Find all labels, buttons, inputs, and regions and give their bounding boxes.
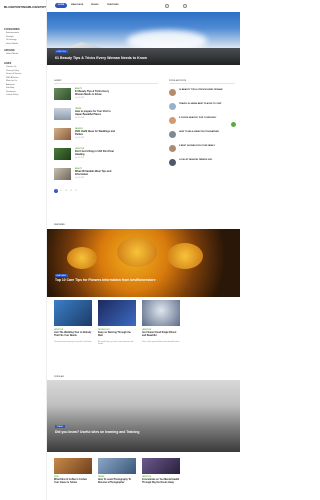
flower-petal [67,247,97,269]
post-thumbnail[interactable] [54,88,71,100]
popular-title[interactable]: 5 FOODS HEALTHY FOR YOUR BODY [179,117,233,120]
card-title[interactable]: Are Flower Cloud Single Bloom and Beauti… [142,332,180,338]
theme-toggle-icon[interactable] [183,4,187,8]
popular-thumbnail[interactable] [169,159,176,166]
post-thumbnail[interactable] [54,168,71,180]
sidebar-link[interactable]: DMCA Notice [6,77,18,79]
bottom-card-image[interactable] [142,458,180,474]
spotlight-heading: POPULAR [54,376,64,378]
flower-petal [167,243,203,269]
card-title[interactable]: Keep on Dancing Through the Rain [98,332,136,338]
search-icon[interactable] [165,4,169,8]
site-logo[interactable]: BLOGPOSTINGBLOGSPOT [4,5,46,9]
bottom-card-title[interactable]: How To Learn Photography To Become a Pho… [98,479,136,485]
bottom-card-title[interactable]: Concentrate on You Mental Health Through… [142,479,180,485]
post-thumbnail[interactable] [54,128,71,140]
sidebar-link[interactable]: Cookie Policy [6,94,19,96]
bottom-card-category[interactable]: FOOD [54,476,59,478]
post-title[interactable]: 2021 Outfit Ideas for Weddings and Parti… [75,130,115,137]
main-content: LIFESTYLE 61 Beauty Tips & Tricks Every … [47,12,240,500]
post-date: Jan 15, 2021 [75,158,85,159]
spotlight-tag[interactable]: TRAVEL [55,425,65,428]
card-image[interactable] [142,300,180,326]
spotlight-image[interactable] [47,380,240,452]
sidebar-link[interactable]: Disclaimer [6,91,16,93]
card-category[interactable]: LIFESTYLE [142,329,151,331]
sidebar-link[interactable]: Contact Us [6,66,16,68]
popular-title[interactable]: 14 BEAUTY TIPS & TRICKS EVERY WOMAN [179,89,233,92]
sidebar-item-category[interactable]: Social Media [6,43,18,45]
sidebar-link[interactable]: Write for Us [6,80,17,82]
popular-title[interactable]: 5 BEST HOUSES FOR YOUR FAMILY [179,145,233,148]
featured-image[interactable] [47,229,240,297]
page-button[interactable]: 2 [59,189,63,193]
sidebar-link[interactable]: Advertise [6,84,15,86]
nav-home-button[interactable]: HOME [55,3,67,8]
popular-thumbnail[interactable] [169,145,176,152]
card-excerpt: Some of the greatest flowers have beauti… [142,341,180,343]
popular-thumbnail[interactable] [169,89,176,96]
top-nav: HOME MAIN PAGE PAGES FEATURES [47,0,240,12]
sidebar-link[interactable]: Privacy Policy [6,70,19,72]
page-button[interactable]: 4 [69,189,73,193]
sidebar-heading-archive: ARCHIVE [4,49,15,52]
popular-title[interactable]: LOOK AT FASHION TRENDS 2021 [179,159,233,162]
post-date: Jan 15, 2021 [75,118,85,119]
sidebar-item-category[interactable]: Entertainment [6,32,19,34]
post-date: Jan 15, 2021 [75,178,85,179]
post-thumbnail[interactable] [54,108,71,120]
card-excerpt: The fastest way to grow your site with a… [54,341,92,343]
bottom-card-title[interactable]: What Kind of Coffee Is It when Your Caus… [54,479,92,485]
hero-title[interactable]: 61 Beauty Tips & Tricks Every Woman Need… [55,56,147,60]
nav-item-pages[interactable]: PAGES [91,3,99,8]
sidebar: BLOGPOSTINGBLOGSPOT CATEGORIES Entertain… [0,0,47,500]
page: BLOGPOSTINGBLOGSPOT CATEGORIES Entertain… [0,0,240,500]
sidebar-link[interactable]: Site Map [6,87,14,89]
latest-heading: LATEST [54,80,62,82]
post-date: Jan 15, 2021 [75,138,85,139]
popular-title[interactable]: HOW TO BE A GREAT PHOTOGRAPHER [179,131,233,134]
card-title[interactable]: Join The Wedding Tour to Nobody That Fit… [54,332,92,338]
sidebar-item-category[interactable]: Technology [6,39,17,41]
spotlight-title[interactable]: Did you know? Useful sites on learning a… [55,430,139,434]
post-title[interactable]: 61 Beauty Tips & Tricks Every Woman Need… [75,90,115,97]
post-date: Jan 15, 2021 [75,98,85,99]
featured-tag[interactable]: FEATURED [55,274,68,277]
card-category[interactable]: LIFESTYLE [54,329,63,331]
card-excerpt: Be careful when you start a new adventur… [98,341,134,346]
card-category[interactable]: TECHNOLOGY [98,329,110,331]
card-image[interactable] [54,300,92,326]
post-title[interactable]: What 3D Sandals Wear Tips and Informatio… [75,170,115,177]
hero-tag[interactable]: LIFESTYLE [55,50,68,53]
post-title[interactable]: How to prepare for Your Visit to Japan B… [75,110,115,117]
bottom-card-category[interactable]: LIFESTYLE [142,476,151,478]
post-thumbnail[interactable] [54,148,71,160]
page-button[interactable]: 3 [64,189,68,193]
popular-title[interactable]: TRAVEL IN JAPAN BEST PLACES TO VISIT [179,103,233,106]
bottom-card-image[interactable] [98,458,136,474]
nav-item-main[interactable]: MAIN PAGE [71,3,83,8]
popular-heading: POPULAR POSTS [169,80,187,82]
sidebar-heading-categories: CATEGORIES [4,28,20,31]
nav-item-features[interactable]: FEATURES [107,3,119,8]
page-button[interactable]: 5 [74,189,78,193]
flower-petal [117,237,157,267]
card-image[interactable] [98,300,136,326]
bottom-card-category[interactable]: TRAVEL [98,476,105,478]
sidebar-link[interactable]: Terms of Service [6,73,21,75]
post-title[interactable]: Don't Get A Ring in 12th Part Final Head… [75,150,115,157]
sidebar-heading-links: LINKS [4,62,12,65]
sidebar-item-category[interactable]: Lifestyle [6,36,14,38]
archive-select[interactable]: Select Month [6,53,18,55]
popular-thumbnail[interactable] [169,103,176,110]
popular-thumbnail[interactable] [169,117,176,124]
bottom-card-image[interactable] [54,458,92,474]
featured-title[interactable]: Top 10 Care Tips for Flowers Information… [55,278,175,282]
featured-heading: FEATURED [54,224,65,226]
popular-thumbnail[interactable] [169,131,176,138]
page-button[interactable]: 1 [54,189,58,193]
scroll-button[interactable] [231,122,236,127]
